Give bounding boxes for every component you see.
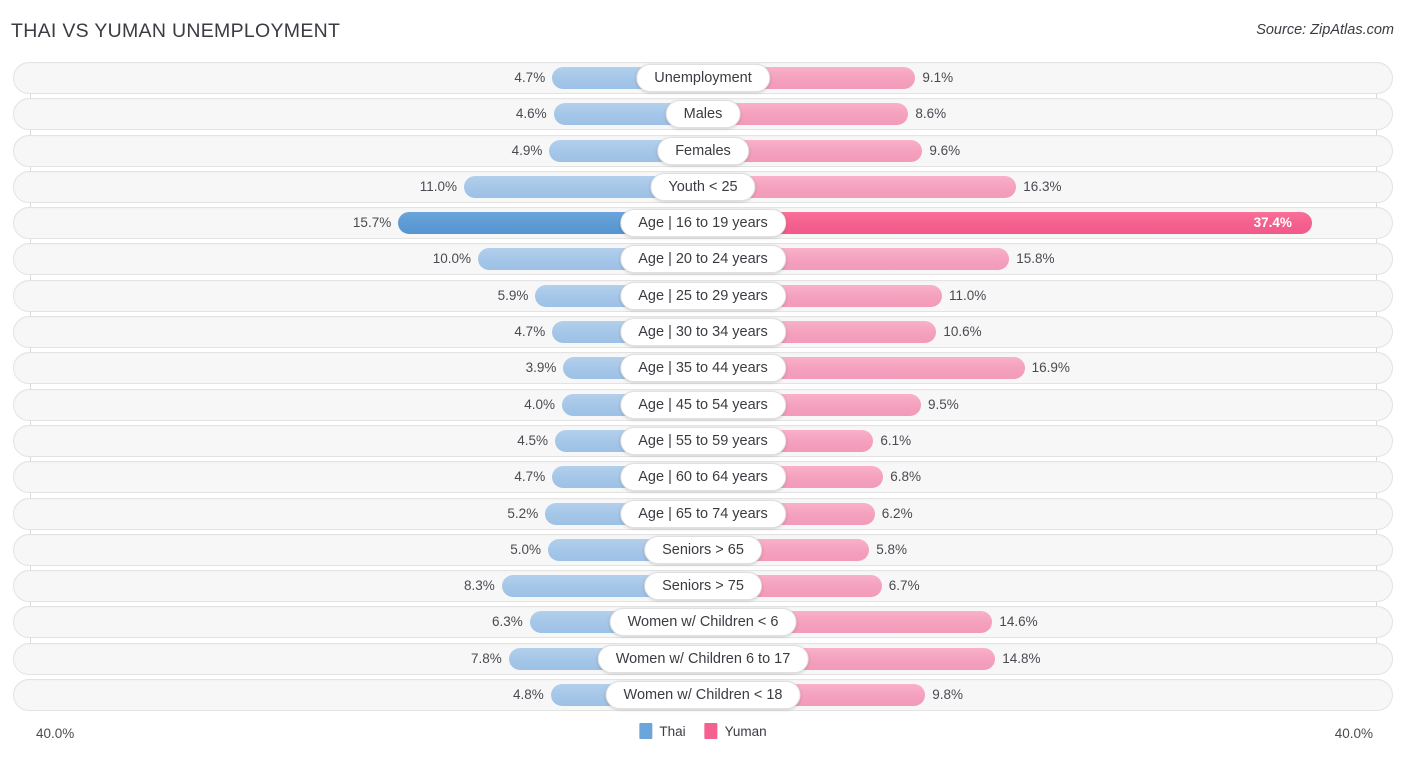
chart-rows: 4.7% 9.1% Unemployment 4.6% 8.6% Males 4.9% 9.6… (0, 62, 1406, 715)
row-category-label[interactable]: Age | 65 to 74 years (620, 500, 786, 528)
row-category-label[interactable]: Women w/ Children 6 to 17 (598, 645, 809, 673)
chart-row: 5.9% 11.0% Age | 25 to 29 years (0, 280, 1406, 312)
row-category-label[interactable]: Age | 25 to 29 years (620, 282, 786, 310)
value-label-yuman: 37.4% (1254, 207, 1292, 239)
value-label-yuman: 8.6% (915, 98, 946, 130)
chart-row: 5.2% 6.2% Age | 65 to 74 years (0, 498, 1406, 530)
bar-yuman (703, 212, 1312, 234)
value-label-thai: 4.7% (18, 461, 545, 493)
chart-plot-area: 4.7% 9.1% Unemployment 4.6% 8.6% Males 4.9% 9.6… (0, 62, 1406, 717)
chart-row: 7.8% 14.8% Women w/ Children 6 to 17 (0, 643, 1406, 675)
row-category-label[interactable]: Age | 20 to 24 years (620, 245, 786, 273)
value-label-thai: 5.9% (18, 280, 528, 312)
chart-row: 4.7% 10.6% Age | 30 to 34 years (0, 316, 1406, 348)
value-label-yuman: 14.8% (1002, 643, 1040, 675)
value-label-yuman: 6.2% (882, 498, 913, 530)
row-category-label[interactable]: Unemployment (636, 64, 770, 92)
value-label-thai: 10.0% (18, 243, 471, 275)
value-label-thai: 3.9% (18, 352, 556, 384)
value-label-yuman: 5.8% (876, 534, 907, 566)
legend-item[interactable]: Thai (639, 723, 685, 739)
row-category-label[interactable]: Age | 45 to 54 years (620, 391, 786, 419)
chart-row: 4.9% 9.6% Females (0, 135, 1406, 167)
page-title: THAI VS YUMAN UNEMPLOYMENT (11, 20, 340, 43)
value-label-thai: 4.7% (18, 62, 545, 94)
value-label-thai: 4.5% (18, 425, 548, 457)
chart-row: 10.0% 15.8% Age | 20 to 24 years (0, 243, 1406, 275)
value-label-yuman: 9.1% (922, 62, 953, 94)
legend-swatch-icon (639, 723, 652, 739)
row-category-label[interactable]: Seniors > 65 (644, 536, 762, 564)
axis-label-left: 40.0% (36, 726, 74, 741)
row-category-label[interactable]: Age | 60 to 64 years (620, 463, 786, 491)
row-category-label[interactable]: Age | 55 to 59 years (620, 427, 786, 455)
value-label-thai: 4.0% (18, 389, 555, 421)
chart-row: 5.0% 5.8% Seniors > 65 (0, 534, 1406, 566)
value-label-yuman: 9.6% (929, 135, 960, 167)
row-category-label[interactable]: Youth < 25 (650, 173, 755, 201)
chart-row: 3.9% 16.9% Age | 35 to 44 years (0, 352, 1406, 384)
chart-row: 4.7% 6.8% Age | 60 to 64 years (0, 461, 1406, 493)
row-category-label[interactable]: Males (666, 100, 741, 128)
value-label-yuman: 9.5% (928, 389, 959, 421)
value-label-thai: 4.6% (18, 98, 547, 130)
legend-swatch-icon (705, 723, 718, 739)
value-label-thai: 5.2% (18, 498, 538, 530)
chart-row: 11.0% 16.3% Youth < 25 (0, 171, 1406, 203)
chart-row: 4.5% 6.1% Age | 55 to 59 years (0, 425, 1406, 457)
value-label-yuman: 14.6% (999, 606, 1037, 638)
chart-row: 6.3% 14.6% Women w/ Children < 6 (0, 606, 1406, 638)
row-category-label[interactable]: Seniors > 75 (644, 572, 762, 600)
row-category-label[interactable]: Age | 30 to 34 years (620, 318, 786, 346)
value-label-yuman: 6.1% (880, 425, 911, 457)
chart-row: 4.6% 8.6% Males (0, 98, 1406, 130)
legend-label: Thai (659, 724, 685, 739)
value-label-thai: 4.8% (18, 679, 544, 711)
legend-label: Yuman (725, 724, 767, 739)
value-label-thai: 5.0% (18, 534, 541, 566)
value-label-yuman: 11.0% (949, 280, 986, 312)
chart-row: 8.3% 6.7% Seniors > 75 (0, 570, 1406, 602)
axis-label-right: 40.0% (1335, 726, 1373, 741)
value-label-thai: 4.9% (18, 135, 542, 167)
value-label-thai: 8.3% (18, 570, 495, 602)
value-label-thai: 15.7% (18, 207, 391, 239)
row-category-label[interactable]: Women w/ Children < 6 (610, 608, 797, 636)
value-label-yuman: 6.7% (889, 570, 920, 602)
legend-item[interactable]: Yuman (705, 723, 767, 739)
row-category-label[interactable]: Age | 16 to 19 years (620, 209, 786, 237)
row-category-label[interactable]: Women w/ Children < 18 (606, 681, 801, 709)
value-label-thai: 4.7% (18, 316, 545, 348)
value-label-thai: 6.3% (18, 606, 523, 638)
value-label-thai: 11.0% (18, 171, 457, 203)
row-category-label[interactable]: Age | 35 to 44 years (620, 354, 786, 382)
chart-legend: Thai Yuman (639, 723, 766, 739)
chart-row: 15.7% 37.4% Age | 16 to 19 years (0, 207, 1406, 239)
source-attribution: Source: ZipAtlas.com (1256, 22, 1394, 38)
chart-row: 4.0% 9.5% Age | 45 to 54 years (0, 389, 1406, 421)
chart-row: 4.8% 9.8% Women w/ Children < 18 (0, 679, 1406, 711)
value-label-yuman: 10.6% (943, 316, 981, 348)
chart-row: 4.7% 9.1% Unemployment (0, 62, 1406, 94)
chart-header: THAI VS YUMAN UNEMPLOYMENT Source: ZipAt… (0, 0, 1406, 60)
row-category-label[interactable]: Females (657, 137, 749, 165)
value-label-thai: 7.8% (18, 643, 502, 675)
value-label-yuman: 6.8% (890, 461, 921, 493)
value-label-yuman: 16.9% (1032, 352, 1070, 384)
value-label-yuman: 15.8% (1016, 243, 1054, 275)
value-label-yuman: 16.3% (1023, 171, 1061, 203)
chart-page: THAI VS YUMAN UNEMPLOYMENT Source: ZipAt… (0, 0, 1406, 757)
value-label-yuman: 9.8% (932, 679, 963, 711)
chart-footer: 40.0% 40.0% Thai Yuman (0, 709, 1406, 757)
